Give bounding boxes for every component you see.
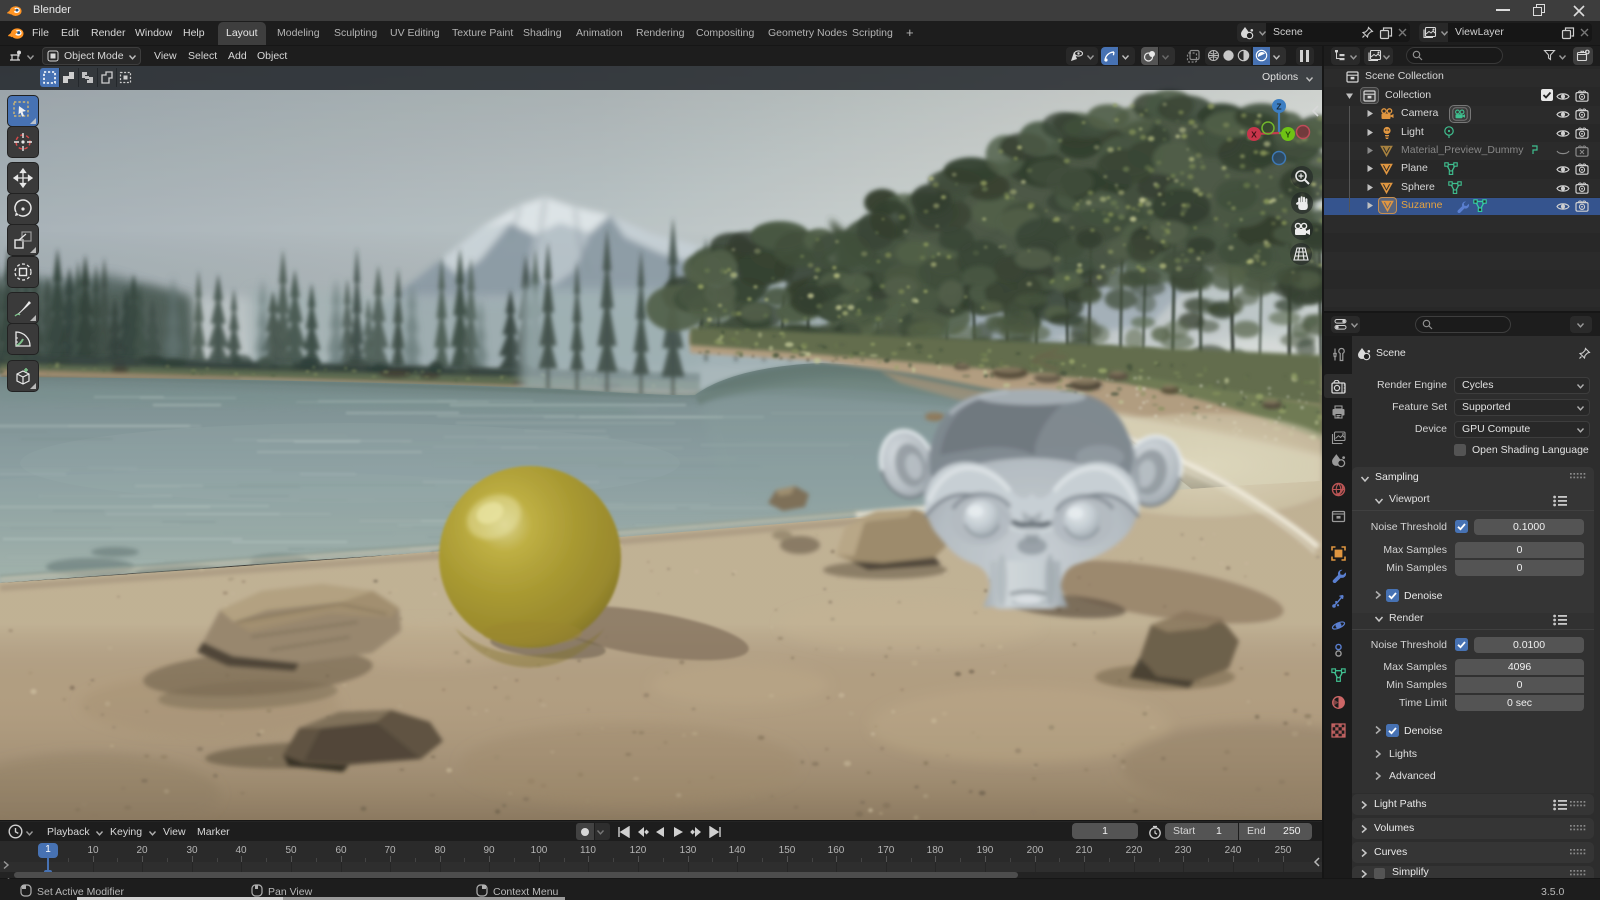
svg-text:Z: Z <box>1276 101 1281 111</box>
svg-text:X: X <box>1251 129 1257 139</box>
svg-text:Y: Y <box>1285 129 1291 139</box>
